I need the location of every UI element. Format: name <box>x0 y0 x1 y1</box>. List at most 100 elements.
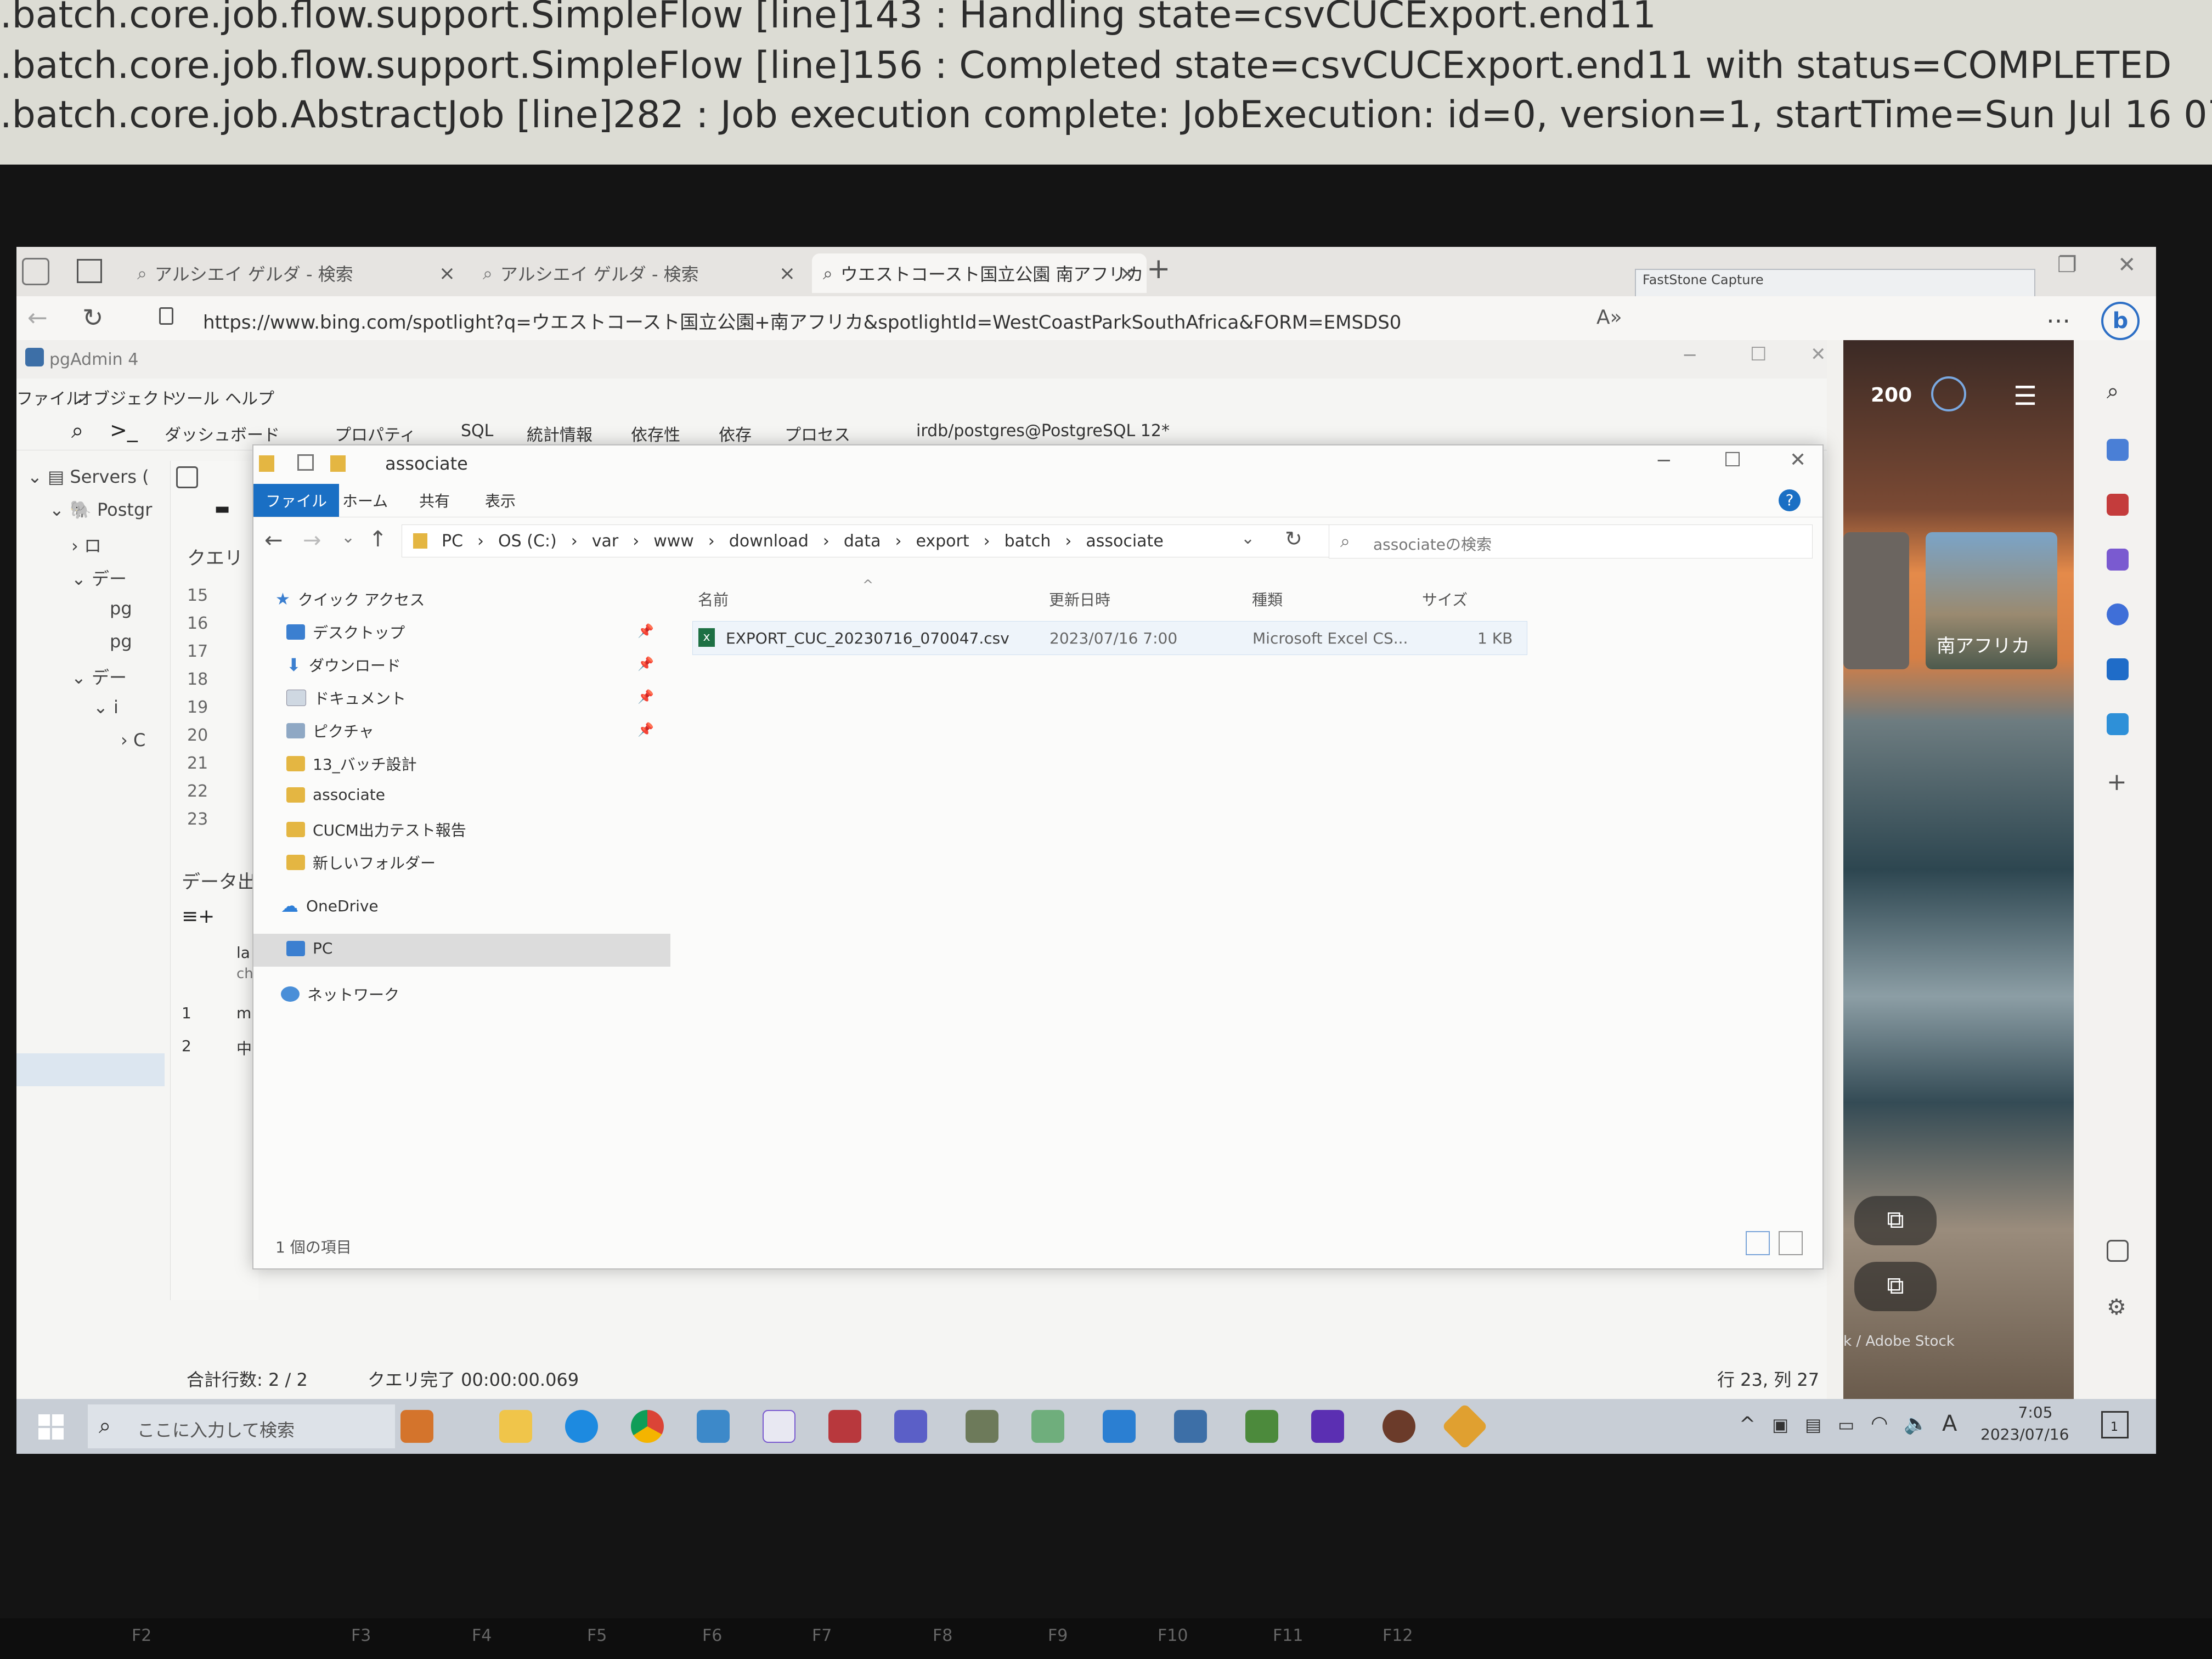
tab-actions-icon[interactable] <box>77 259 102 283</box>
edge-icon[interactable] <box>565 1410 598 1443</box>
pin-icon[interactable]: 📌 <box>637 722 654 737</box>
share-external-button[interactable]: ⧉ <box>1854 1262 1937 1311</box>
up-icon[interactable]: ↑ <box>369 527 387 552</box>
ribbon-tab-file[interactable]: ファイル <box>253 484 340 517</box>
column-header-size[interactable]: サイズ <box>1422 588 1468 610</box>
close-icon[interactable]: ✕ <box>1790 449 1806 471</box>
tray-display-icon[interactable]: ▤ <box>1805 1414 1821 1435</box>
office-icon[interactable] <box>2107 603 2129 625</box>
tab-search-2[interactable]: ⌕ アルシエイ ゲルダ - 検索 × <box>472 253 806 293</box>
briefcase-app-icon[interactable] <box>400 1410 433 1443</box>
help-icon[interactable]: ? <box>1779 489 1801 511</box>
forward-icon[interactable]: → <box>303 528 321 553</box>
column-header-modified[interactable]: 更新日時 <box>1049 588 1110 610</box>
folder-icon[interactable]: ▬ <box>215 499 230 518</box>
file-row[interactable]: x EXPORT_CUC_20230716_070047.csv 2023/07… <box>692 621 1527 655</box>
bing-chat-icon[interactable]: b <box>2101 302 2140 340</box>
new-tab-button[interactable]: + <box>1147 252 1171 285</box>
crumb-pc[interactable]: PC <box>442 532 463 551</box>
nav-new-folder[interactable]: 新しいフォルダー <box>286 851 436 873</box>
hide-sidebar-icon[interactable] <box>2107 1240 2129 1262</box>
url-field[interactable]: https://www.bing.com/spotlight?q=ウエストコース… <box>203 307 1401 334</box>
tools-briefcase-icon[interactable] <box>2107 494 2129 516</box>
menu-file[interactable]: ファイル <box>16 385 82 409</box>
clock-date[interactable]: 2023/07/16 <box>1980 1425 2069 1443</box>
restore-window-icon[interactable]: ❐ <box>2057 252 2077 278</box>
notification-center-icon[interactable]: 1 <box>2101 1411 2129 1438</box>
new-folder-icon[interactable] <box>330 455 346 472</box>
crumb-export[interactable]: export <box>916 532 969 551</box>
tab-search-1[interactable]: ⌕ アルシエイ ゲルダ - 検索 × <box>126 253 466 293</box>
file-explorer-icon[interactable] <box>499 1410 532 1443</box>
close-tab-icon[interactable]: × <box>439 262 455 285</box>
more-menu-button[interactable]: … <box>2046 301 2070 329</box>
refresh-icon[interactable]: ↻ <box>82 303 104 332</box>
notebook-app-icon[interactable] <box>1031 1410 1064 1443</box>
workspaces-icon[interactable] <box>22 258 49 285</box>
pgadmin-elephant-icon[interactable] <box>1174 1410 1207 1443</box>
read-aloud-icon[interactable]: A» <box>1596 306 1622 329</box>
nav-associate[interactable]: associate <box>286 786 385 804</box>
menu-object[interactable]: オブジェクト <box>77 385 176 409</box>
recent-dropdown-icon[interactable]: ⌄ <box>341 528 355 547</box>
outlook-icon[interactable] <box>2107 658 2129 680</box>
hamburger-menu-icon[interactable]: ☰ <box>2013 381 2037 411</box>
maximize-icon[interactable]: ☐ <box>1750 343 1767 365</box>
start-button[interactable] <box>38 1414 64 1440</box>
tab-sql[interactable]: SQL <box>461 421 493 441</box>
column-header-name[interactable]: 名前 <box>698 588 729 610</box>
search-icon[interactable]: ⌕ <box>2107 379 2129 404</box>
taskbar-search-box[interactable]: ⌕ ここに入力して検索 <box>88 1404 395 1448</box>
nav-downloads[interactable]: ⬇ ダウンロード <box>286 654 401 676</box>
thumbnail-south-africa[interactable]: 南アフリカ <box>1926 532 2057 669</box>
open-external-button[interactable]: ⧉ <box>1854 1196 1937 1245</box>
rewards-points[interactable]: 200 <box>1871 384 1912 407</box>
settings-gear-icon[interactable]: ⚙ <box>2107 1295 2129 1320</box>
excel-app-icon[interactable] <box>1245 1410 1278 1443</box>
vscode-icon[interactable] <box>1103 1410 1136 1443</box>
remote-desktop-icon[interactable] <box>697 1410 730 1443</box>
nav-quick-access[interactable]: ★ クイック アクセス <box>275 588 425 610</box>
tab-properties[interactable]: プロパティ <box>335 421 416 445</box>
back-icon[interactable]: ← <box>264 528 283 553</box>
grid-column-header[interactable]: la <box>236 944 250 962</box>
psql-tool-icon[interactable]: >_ <box>110 418 138 442</box>
tree-node-pg-2[interactable]: pg <box>110 631 132 652</box>
clock-time[interactable]: 7:05 <box>1997 1403 2074 1421</box>
tab-dashboard[interactable]: ダッシュボード <box>165 421 280 445</box>
send-icon[interactable] <box>2107 713 2129 735</box>
pin-icon[interactable]: 📌 <box>637 656 654 672</box>
tab-spotlight[interactable]: ⌕ ウエストコースト国立公園 南アフリカ × <box>812 253 1147 293</box>
tray-chevron-icon[interactable]: ^ <box>1739 1413 1756 1436</box>
folder-app-icon[interactable] <box>966 1410 998 1443</box>
back-icon[interactable]: ← <box>27 304 48 332</box>
add-icon[interactable]: + <box>2107 768 2129 796</box>
ime-indicator[interactable]: A <box>1942 1411 1957 1436</box>
tree-node-child[interactable]: › C <box>121 730 145 751</box>
minimize-icon[interactable]: ─ <box>1658 450 1670 472</box>
crumb-associate[interactable]: associate <box>1086 532 1163 551</box>
nav-desktop[interactable]: デスクトップ <box>286 621 405 643</box>
search-box[interactable]: ⌕ associateの検索 <box>1329 524 1813 558</box>
gear-app-icon[interactable] <box>1383 1410 1415 1443</box>
crumb-var[interactable]: var <box>592 532 618 551</box>
wifi-icon[interactable]: ◠ <box>1871 1412 1888 1435</box>
shopping-tag-icon[interactable] <box>2107 439 2129 461</box>
column-header-type[interactable]: 種類 <box>1252 588 1283 610</box>
grid-row-number[interactable]: 2 <box>182 1037 191 1055</box>
tree-node-databases[interactable]: ⌄ デー <box>71 565 127 590</box>
tab-dependents[interactable]: 依存 <box>719 421 752 445</box>
volume-icon[interactable]: 🔈 <box>1904 1412 1928 1435</box>
close-tab-icon[interactable]: × <box>1119 262 1136 285</box>
search-icon[interactable]: ⌕ <box>71 418 83 443</box>
git-app-icon[interactable] <box>1441 1403 1488 1450</box>
pin-icon[interactable]: 📌 <box>637 623 654 639</box>
notepad-icon[interactable] <box>763 1410 795 1443</box>
crumb-download[interactable]: download <box>729 532 809 551</box>
script-app-icon[interactable] <box>1311 1410 1344 1443</box>
tree-selected-row[interactable] <box>16 1053 165 1086</box>
nav-documents[interactable]: ドキュメント <box>286 687 406 709</box>
grid-cell[interactable]: 中 <box>236 1037 252 1059</box>
query-tab[interactable]: クエリ <box>187 543 243 570</box>
crumb-batch[interactable]: batch <box>1005 532 1051 551</box>
